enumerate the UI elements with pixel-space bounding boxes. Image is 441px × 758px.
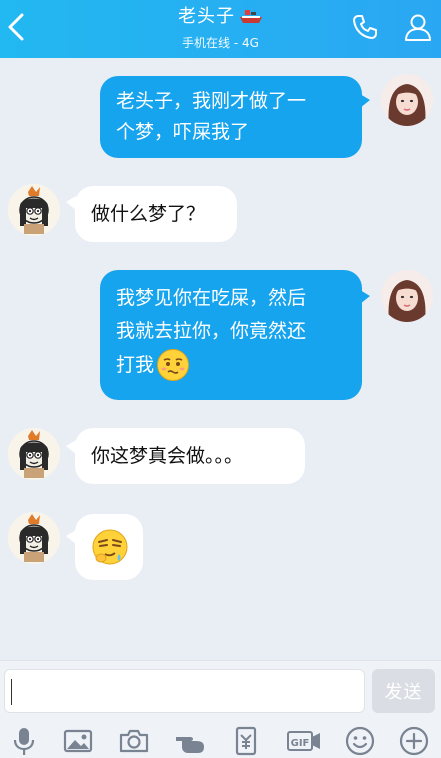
toolbar: GIF [0, 723, 441, 758]
message-bubble-incoming[interactable] [75, 514, 143, 580]
message-bubble-outgoing[interactable]: 我梦见你在吃屎，然后 我就去拉你，你竟然还 打我 [100, 270, 362, 400]
girl-avatar-icon [381, 270, 433, 322]
contact-avatar[interactable] [8, 184, 60, 236]
svg-text:GIF: GIF [291, 738, 310, 749]
emoji-icon[interactable] [344, 725, 376, 757]
message-bubble-incoming[interactable]: 你这梦真会做。。。 [75, 428, 305, 484]
bubble-tail [360, 290, 370, 304]
message-input[interactable] [4, 669, 365, 713]
plus-icon[interactable] [398, 725, 430, 757]
message-line: 个梦，吓屎我了 [116, 121, 250, 143]
poke-icon[interactable] [174, 725, 206, 757]
cartoon-avatar-icon [8, 512, 60, 564]
text-cursor [11, 679, 12, 705]
bubble-tail [360, 94, 370, 108]
sly-face-emoji-icon [92, 529, 128, 565]
cartoon-avatar-icon [8, 184, 60, 236]
message-bubble-incoming[interactable]: 做什么梦了？ [75, 186, 237, 242]
message-text: 你这梦真会做。。。 [91, 445, 244, 467]
message-line: 打我 [116, 353, 155, 376]
my-avatar[interactable] [381, 270, 433, 322]
send-button[interactable]: 发送 [372, 669, 435, 713]
input-bar: 发送 GIF [0, 660, 441, 758]
gif-icon[interactable]: GIF [286, 725, 322, 757]
red-packet-icon[interactable] [230, 725, 262, 757]
message-line: 我梦见你在吃屎，然后 [116, 287, 307, 309]
phone-call-icon[interactable] [350, 12, 380, 42]
message-line: 我就去拉你，你竟然还 [116, 320, 307, 342]
contact-name: 老头子 [178, 6, 235, 27]
contact-avatar[interactable] [8, 428, 60, 480]
contact-avatar[interactable] [8, 512, 60, 564]
message-bubble-outgoing[interactable]: 老头子，我刚才做了一 个梦，吓屎我了 [100, 76, 362, 158]
profile-icon[interactable] [403, 12, 433, 42]
my-avatar[interactable] [381, 74, 433, 126]
image-icon[interactable] [62, 725, 94, 757]
awkward-face-emoji-icon [157, 349, 190, 381]
microphone-icon[interactable] [8, 725, 40, 757]
message-text: 做什么梦了？ [91, 203, 206, 225]
cartoon-avatar-icon [8, 428, 60, 480]
camera-icon[interactable] [118, 725, 150, 757]
boat-icon [240, 10, 262, 23]
chat-header: 老头子 手机在线 - 4G [0, 0, 441, 58]
girl-avatar-icon [381, 74, 433, 126]
message-line: 老头子，我刚才做了一 [116, 90, 307, 112]
